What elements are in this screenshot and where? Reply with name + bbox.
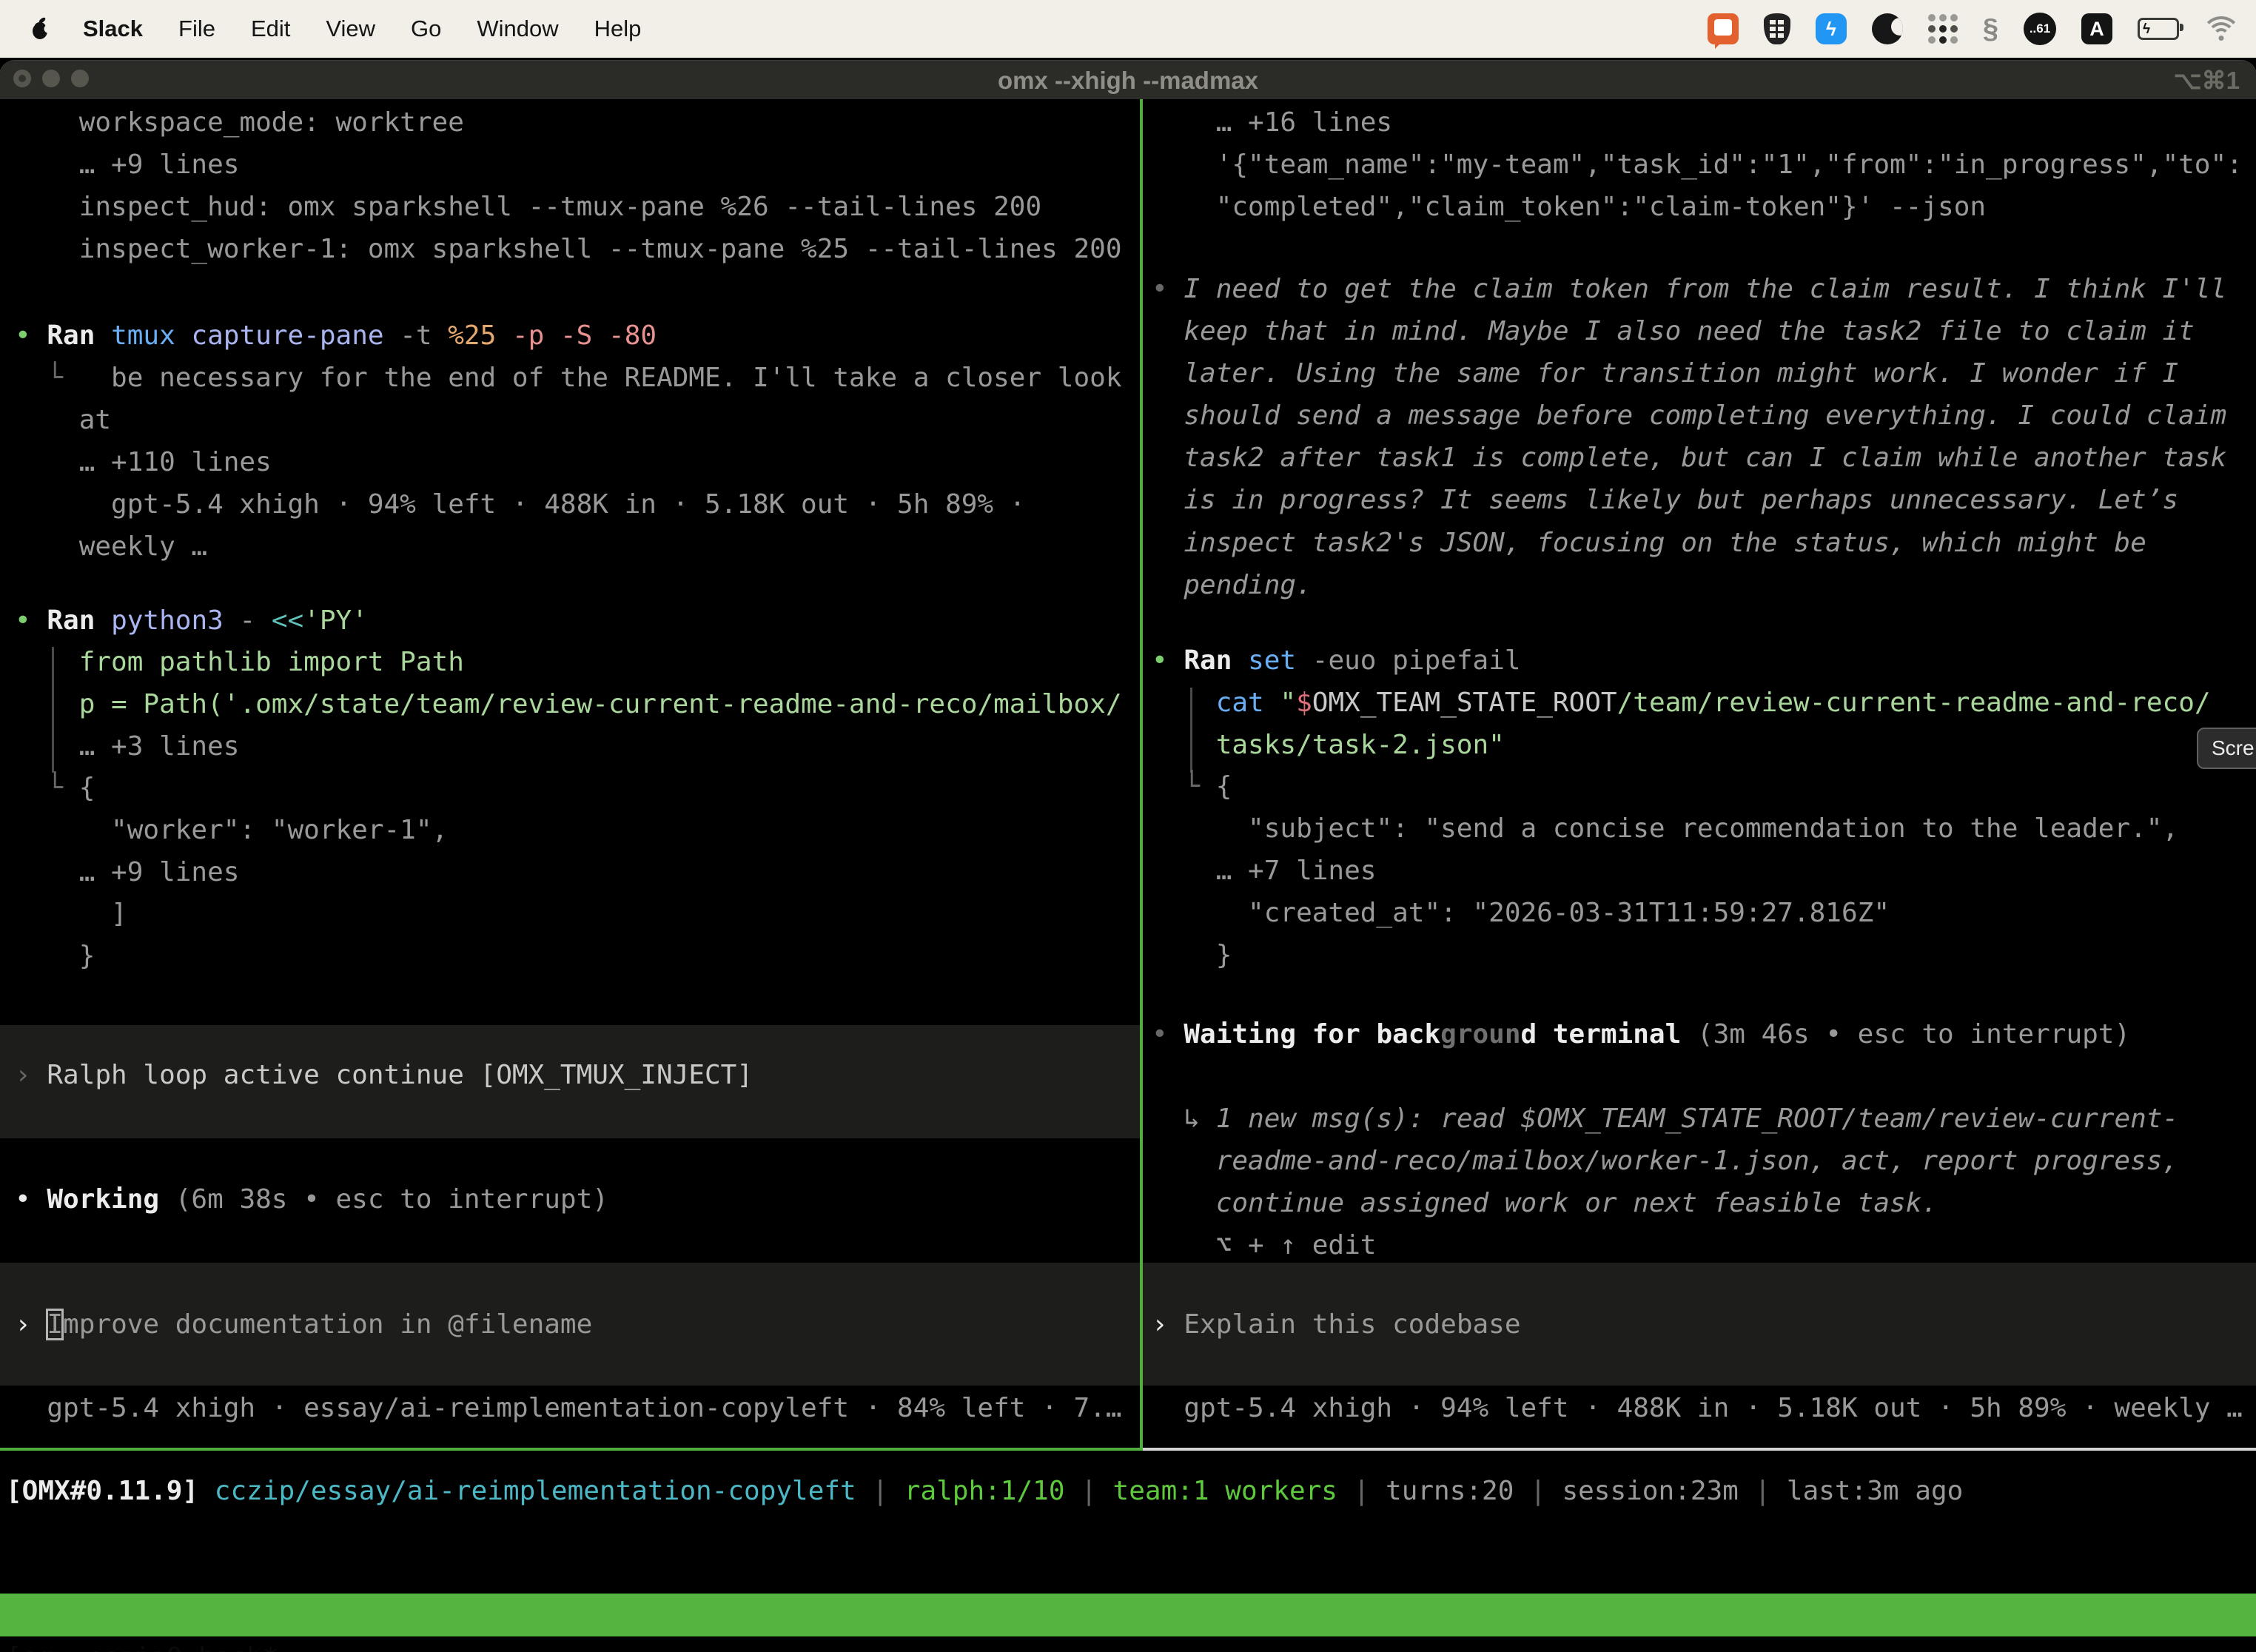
thinking-line: • I need to get the claim token from the… [1152, 268, 2226, 310]
thinking-line: keep that in mind. Maybe I also need the… [1152, 310, 2195, 352]
terminal-line: cat "$OMX_TEAM_STATE_ROOT/team/review-cu… [1152, 682, 2211, 724]
s-curve-icon[interactable]: § [1983, 13, 1998, 45]
injected-prompt-text: › Ralph loop active continue [OMX_TMUX_I… [15, 1054, 753, 1096]
terminal-line: gpt-5.4 xhigh · 94% left · 488K in · 5.1… [15, 483, 1025, 526]
terminal-line: weekly … [15, 526, 207, 568]
battery-icon[interactable]: ϟ [2138, 18, 2179, 40]
window-shortcut-hint: ⌥⌘1 [2174, 61, 2240, 101]
terminal-line: … +9 lines [15, 144, 239, 186]
terminal-line: from pathlib import Path [15, 641, 464, 683]
screen-tooltip: Scre [2197, 728, 2256, 769]
tmux-pane-left[interactable]: workspace_mode: worktree … +9 lines insp… [0, 99, 1140, 1451]
apple-logo-icon [30, 17, 50, 41]
tmux-status-bar: [omx-cczip0:bash* "MacBook-Pro-44.local"… [0, 1594, 2256, 1636]
apple-menu[interactable] [25, 17, 55, 41]
terminal-line: … +16 lines [1152, 101, 1392, 144]
terminal-line: … +7 lines [1152, 850, 1376, 892]
shield-icon[interactable] [1764, 13, 1790, 44]
terminal-window: omx --xhigh --madmax ⌥⌘1 workspace_mode:… [0, 61, 2256, 1652]
macos-menu-bar: Slack File Edit View Go Window Help ϟ § … [0, 0, 2256, 58]
wifi-icon[interactable] [2204, 16, 2238, 41]
terminal-line: … +3 lines [15, 725, 239, 768]
macos-desktop: { "menu_bar": { "app_name": "Slack", "me… [0, 0, 2256, 1652]
session-status-left: gpt-5.4 xhigh · essay/ai-reimplementatio… [15, 1387, 1122, 1429]
terminal-line: "subject": "send a concise recommendatio… [1152, 807, 2178, 850]
menu-item-go[interactable]: Go [393, 16, 459, 42]
messenger-icon[interactable]: ϟ [1816, 13, 1847, 44]
contrast-circle-icon[interactable] [1872, 13, 1903, 44]
menu-item-file[interactable]: File [161, 16, 233, 42]
prompt-input-right-text[interactable]: › Explain this codebase [1152, 1303, 1521, 1346]
terminal-line: } [1152, 934, 1232, 976]
thinking-line: task2 after task1 is complete, but can I… [1152, 437, 2226, 479]
menu-bar-status-icons: ϟ § ..61 A ϟ [1708, 13, 2256, 45]
menu-item-help[interactable]: Help [577, 16, 659, 42]
window-title: omx --xhigh --madmax [0, 61, 2256, 101]
prompt-input-left[interactable]: › Improve documentation in @filename [0, 1263, 1140, 1386]
working-status-line: • Working (6m 38s • esc to interrupt) [15, 1178, 608, 1220]
thinking-line: inspect task2's JSON, focusing on the st… [1152, 522, 2146, 564]
terminal-line: └ { [1152, 765, 1232, 807]
terminal-line: workspace_mode: worktree [15, 101, 464, 144]
injected-prompt-banner: › Ralph loop active continue [OMX_TMUX_I… [0, 1025, 1140, 1138]
prompt-input-left-text[interactable]: › Improve documentation in @filename [15, 1303, 592, 1346]
mailbox-hint-line: ↳ 1 new msg(s): read $OMX_TEAM_STATE_ROO… [1152, 1098, 2178, 1140]
thinking-line: pending. [1152, 564, 1312, 606]
terminal-line: inspect_hud: omx sparkshell --tmux-pane … [15, 186, 1041, 228]
terminal-line: '{"team_name":"my-team","task_id":"1","f… [1152, 144, 2243, 186]
menu-bar-left: Slack File Edit View Go Window Help [0, 16, 659, 42]
terminal-line: └ { [15, 767, 95, 809]
terminal-line: ] [15, 893, 127, 935]
omx-status-bar: [OMX#0.11.9] cczip/essay/ai-reimplementa… [6, 1470, 1963, 1512]
menu-item-app-name[interactable]: Slack [65, 16, 161, 42]
timer-61-icon[interactable]: ..61 [2024, 13, 2056, 45]
tmux-session-name[interactable]: [omx-cczip0:bash* [6, 1636, 278, 1652]
menu-item-edit[interactable]: Edit [233, 16, 308, 42]
terminal-line: └ be necessary for the end of the README… [15, 357, 1122, 399]
terminal-line: … +110 lines [15, 441, 272, 483]
terminal-line: at [15, 399, 111, 441]
terminal-line: "completed","claim_token":"claim-token"}… [1152, 186, 1986, 228]
terminal-line: } [15, 935, 95, 977]
dots-grid-icon[interactable] [1928, 14, 1958, 44]
terminal-line: … +9 lines [15, 851, 239, 893]
terminal-screen: workspace_mode: worktree … +9 lines insp… [0, 99, 2256, 1652]
terminal-line: "created_at": "2026-03-31T11:59:27.816Z" [1152, 892, 1890, 934]
mailbox-hint-line: continue assigned work or next feasible … [1152, 1182, 1938, 1224]
thinking-line: is in progress? It seems likely but perh… [1152, 479, 2178, 521]
terminal-line-ran-set: • Ran set -euo pipefail [1152, 639, 1521, 682]
waiting-status-line: • Waiting for background terminal (3m 46… [1152, 1013, 2130, 1055]
edit-shortcut-hint: ⌥ + ↑ edit [1152, 1224, 1376, 1266]
pane-border-bottom-left [0, 1448, 1140, 1451]
terminal-line: tasks/task-2.json" [1152, 724, 1505, 766]
terminal-line-ran-python: • Ran python3 - <<'PY' [15, 600, 368, 642]
mailbox-hint-line: readme-and-reco/mailbox/worker-1.json, a… [1152, 1140, 2178, 1182]
input-source-icon[interactable]: A [2081, 13, 2112, 44]
tmux-pane-right[interactable]: … +16 lines '{"team_name":"my-team","tas… [1143, 99, 2256, 1451]
window-title-bar[interactable]: omx --xhigh --madmax ⌥⌘1 [0, 61, 2256, 101]
chat-badge-icon[interactable] [1708, 13, 1739, 44]
thinking-line: should send a message before completing … [1152, 394, 2226, 437]
prompt-input-right[interactable]: › Explain this codebase [1143, 1263, 2256, 1386]
pane-border-bottom-right [1143, 1448, 2256, 1451]
terminal-line: "worker": "worker-1", [15, 809, 448, 851]
menu-item-view[interactable]: View [308, 16, 393, 42]
session-status-right: gpt-5.4 xhigh · 94% left · 488K in · 5.1… [1152, 1387, 2243, 1429]
terminal-line: p = Path('.omx/state/team/review-current… [15, 683, 1122, 725]
menu-item-window[interactable]: Window [459, 16, 576, 42]
terminal-line: inspect_worker-1: omx sparkshell --tmux-… [15, 228, 1122, 270]
thinking-line: later. Using the same for transition mig… [1152, 352, 2178, 394]
terminal-line-ran-tmux: • Ran tmux capture-pane -t %25 -p -S -80 [15, 315, 657, 357]
